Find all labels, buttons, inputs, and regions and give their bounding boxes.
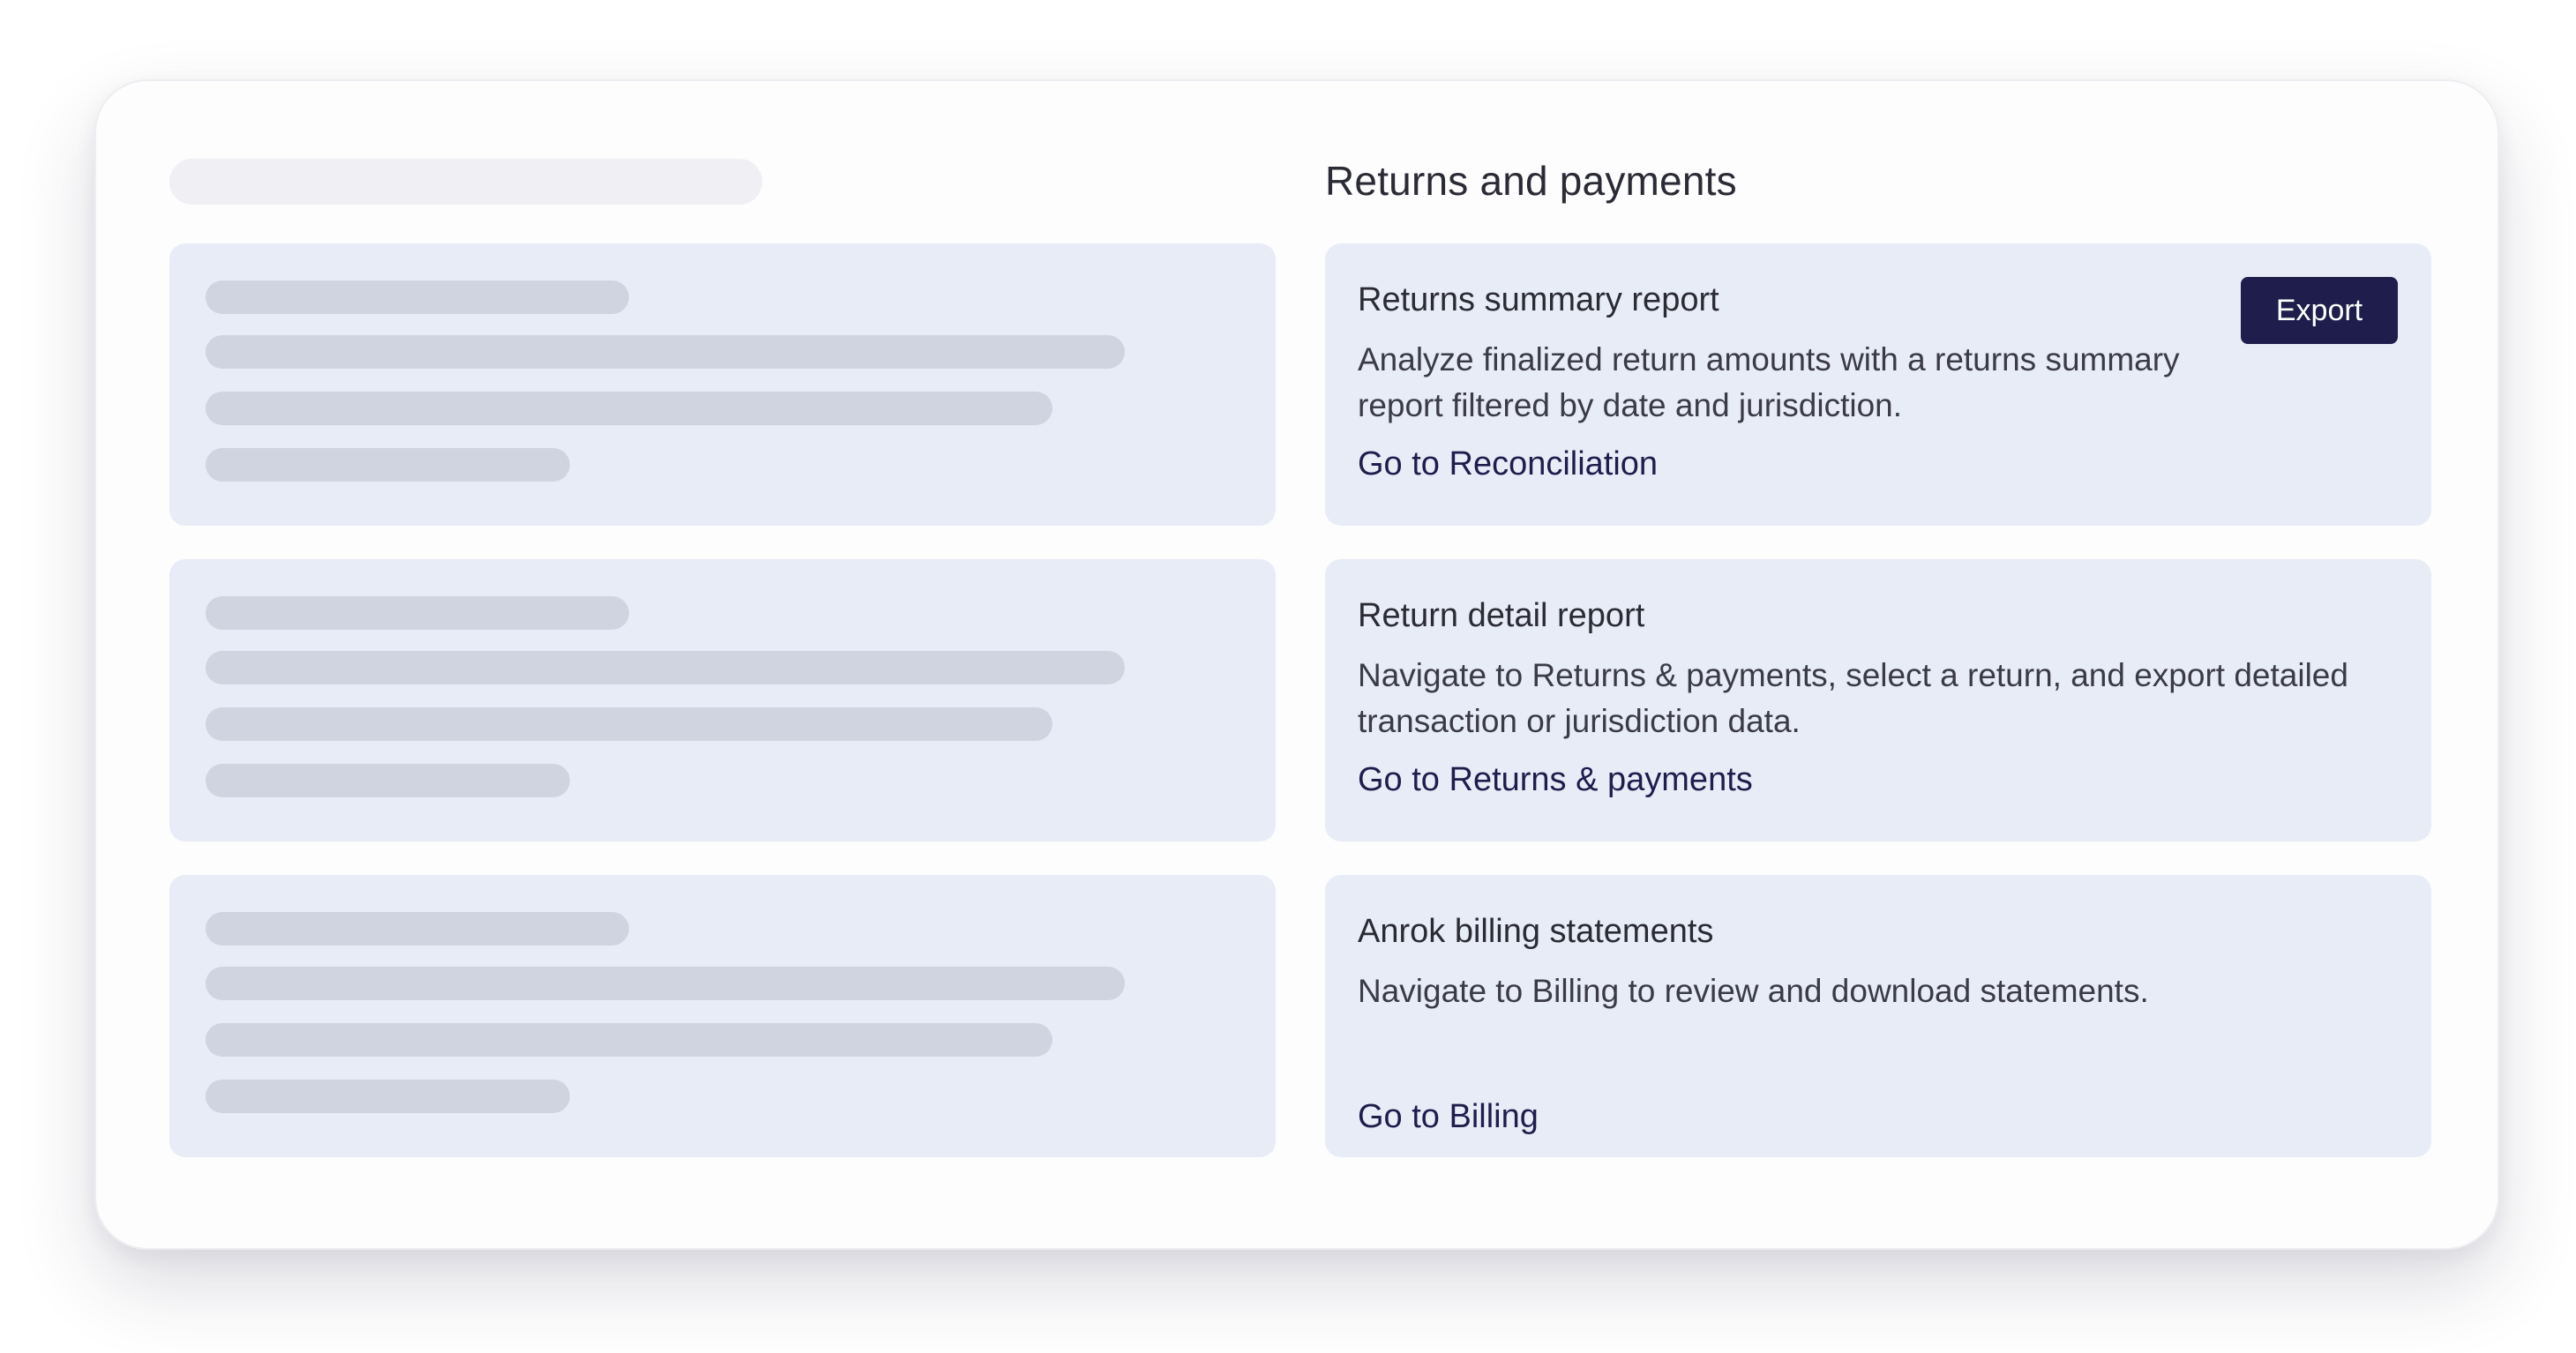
skeleton-card bbox=[169, 243, 1276, 526]
go-to-reconciliation-link[interactable]: Go to Reconciliation bbox=[1358, 443, 1658, 485]
skeleton-line bbox=[206, 1080, 570, 1113]
card-title: Return detail report bbox=[1358, 597, 1645, 634]
skeleton-line bbox=[206, 651, 1125, 684]
skeleton-heading-placeholder bbox=[169, 159, 762, 205]
returns-summary-report-card: Returns summary report Analyze finalized… bbox=[1325, 243, 2431, 526]
skeleton-line bbox=[206, 764, 570, 797]
go-to-billing-link[interactable]: Go to Billing bbox=[1358, 1095, 1539, 1138]
card-title: Returns summary report bbox=[1358, 281, 1719, 318]
go-to-returns-payments-link[interactable]: Go to Returns & payments bbox=[1358, 759, 1753, 801]
skeleton-line bbox=[206, 596, 629, 630]
skeleton-line bbox=[206, 707, 1052, 741]
card-description: Navigate to Billing to review and downlo… bbox=[1358, 973, 2149, 1009]
card-title: Anrok billing statements bbox=[1358, 913, 1714, 950]
card-description: Navigate to Returns & payments, select a… bbox=[1358, 657, 2348, 739]
skeleton-line bbox=[206, 280, 629, 314]
card-description: Analyze finalized return amounts with a … bbox=[1358, 341, 2180, 423]
export-button[interactable]: Export bbox=[2241, 277, 2398, 344]
skeleton-line bbox=[206, 335, 1125, 369]
section-title: Returns and payments bbox=[1325, 158, 1737, 204]
report-panel: Returns and payments Returns summary rep… bbox=[94, 79, 2499, 1250]
skeleton-line bbox=[206, 967, 1125, 1000]
skeleton-line bbox=[206, 448, 570, 482]
billing-statements-card: Anrok billing statements Navigate to Bil… bbox=[1325, 875, 2431, 1157]
skeleton-line bbox=[206, 1023, 1052, 1057]
skeleton-line bbox=[206, 912, 629, 946]
skeleton-line bbox=[206, 392, 1052, 425]
skeleton-card bbox=[169, 559, 1276, 841]
return-detail-report-card: Return detail report Navigate to Returns… bbox=[1325, 559, 2431, 841]
skeleton-card bbox=[169, 875, 1276, 1157]
